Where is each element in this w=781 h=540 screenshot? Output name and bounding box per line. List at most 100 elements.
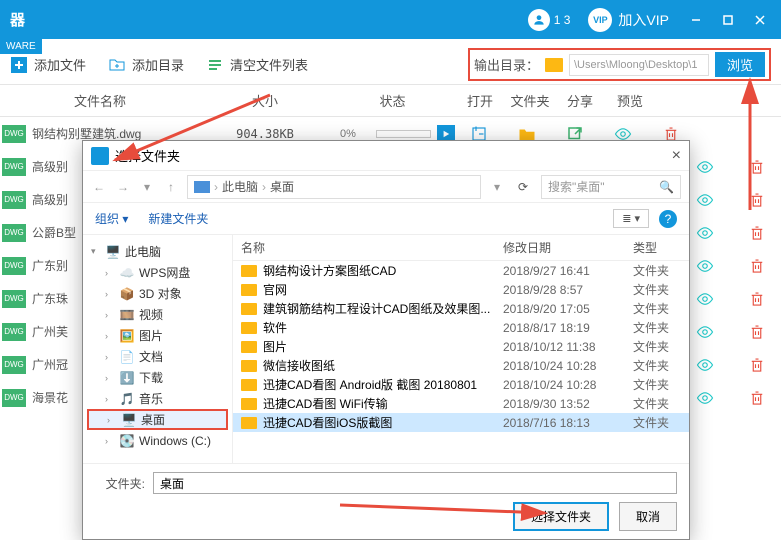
tree-item-desktop[interactable]: ›🖥️桌面 [87, 409, 228, 430]
vip-link[interactable]: 加入VIP [618, 10, 669, 30]
dialog-title: 选择文件夹 [115, 146, 180, 165]
cancel-button[interactable]: 取消 [619, 502, 677, 531]
doc-icon: 📄 [119, 350, 135, 364]
caret-icon: › [107, 415, 117, 425]
chevron-right-icon: › [262, 180, 266, 194]
delete-button[interactable] [733, 356, 781, 374]
tree-label: Windows (C:) [139, 434, 211, 448]
file-name: 公爵B型 [32, 224, 76, 241]
help-icon[interactable]: ? [659, 210, 677, 228]
dialog-close-icon[interactable]: × [672, 147, 681, 165]
list-item[interactable]: 软件2018/8/17 18:19文件夹 [233, 318, 689, 337]
select-folder-button[interactable]: 选择文件夹 [513, 502, 609, 531]
tree-item-video[interactable]: ›🎞️视频 [87, 304, 228, 325]
table-header: 文件名称 大小 状态 打开 文件夹 分享 预览 [0, 85, 781, 117]
search-placeholder: 搜索"桌面" [548, 178, 605, 195]
item-name: 建筑钢筋结构工程设计CAD图纸及效果图... [263, 300, 503, 317]
list-item[interactable]: 建筑钢筋结构工程设计CAD图纸及效果图...2018/9/20 17:05文件夹 [233, 299, 689, 318]
folder-icon [241, 322, 257, 334]
delete-button[interactable] [733, 191, 781, 209]
delete-button[interactable] [733, 257, 781, 275]
folder-plus-icon [108, 56, 126, 74]
pc-icon: 🖥️ [105, 245, 121, 259]
list-item[interactable]: 迅捷CAD看图 Android版 截图 201808012018/10/24 1… [233, 375, 689, 394]
tree-label: 下载 [139, 369, 163, 386]
minimize-button[interactable] [681, 6, 711, 34]
refresh-icon[interactable]: ⟳ [513, 180, 533, 194]
tree-item-download[interactable]: ›⬇️下载 [87, 367, 228, 388]
item-type: 文件夹 [633, 281, 689, 298]
tree-item-doc[interactable]: ›📄文档 [87, 346, 228, 367]
organize-button[interactable]: 组织 ▾ [95, 210, 128, 227]
list-item[interactable]: 迅捷CAD看图 WiFi传输2018/9/30 13:52文件夹 [233, 394, 689, 413]
delete-button[interactable] [733, 158, 781, 176]
vip-badge[interactable]: VIP [588, 8, 612, 32]
item-name: 图片 [263, 338, 503, 355]
caret-icon: › [105, 331, 115, 341]
tree-item-music[interactable]: ›🎵音乐 [87, 388, 228, 409]
item-name: 钢结构设计方案图纸CAD [263, 262, 503, 279]
tree-item-disk[interactable]: ›💽Windows (C:) [87, 430, 228, 451]
delete-button[interactable] [733, 224, 781, 242]
folder-icon [241, 360, 257, 372]
nav-back-icon[interactable]: ← [91, 179, 107, 195]
tree-label: 视频 [139, 306, 163, 323]
tree-item-3d[interactable]: ›📦3D 对象 [87, 283, 228, 304]
dwg-badge: DWG [2, 257, 26, 275]
titlebar: 器 1 3 VIP 加入VIP [0, 0, 781, 39]
breadcrumb-desktop[interactable]: 桌面 [270, 178, 294, 195]
image-icon: 🖼️ [119, 329, 135, 343]
delete-button[interactable] [733, 323, 781, 341]
nav-dropdown-icon[interactable]: ▾ [139, 179, 155, 195]
list-item[interactable]: 图片2018/10/12 11:38文件夹 [233, 337, 689, 356]
new-folder-button[interactable]: 新建文件夹 [148, 210, 208, 227]
search-icon: 🔍 [659, 180, 674, 194]
tree-item-pc[interactable]: ▾🖥️此电脑 [87, 241, 228, 262]
breadcrumb-pc[interactable]: 此电脑 [222, 178, 258, 195]
add-dir-button[interactable]: 添加目录 [108, 55, 184, 74]
clear-icon [206, 56, 224, 74]
folder-icon [545, 58, 563, 72]
dwg-badge: DWG [2, 224, 26, 242]
delete-button[interactable] [733, 290, 781, 308]
list-item[interactable]: 迅捷CAD看图iOS版截图2018/7/16 18:13文件夹 [233, 413, 689, 432]
list-item[interactable]: 钢结构设计方案图纸CAD2018/9/27 16:41文件夹 [233, 261, 689, 280]
browse-button[interactable]: 浏览 [715, 52, 765, 77]
file-name: 广州芙 [32, 323, 68, 340]
breadcrumb-dropdown-icon[interactable]: ▾ [489, 179, 505, 195]
list-col-type[interactable]: 类型 [633, 239, 689, 256]
tree-item-wps[interactable]: ›☁️WPS网盘 [87, 262, 228, 283]
item-date: 2018/9/30 13:52 [503, 397, 633, 411]
nav-up-icon[interactable]: ↑ [163, 179, 179, 195]
tree-item-image[interactable]: › 🖼️ 图片 [87, 325, 228, 346]
breadcrumb[interactable]: › 此电脑 › 桌面 [187, 175, 481, 199]
dialog-toolbar: 组织 ▾ 新建文件夹 ≣ ▾ ? [83, 203, 689, 235]
output-path[interactable]: \Users\Mloong\Desktop\1 [569, 54, 709, 76]
close-button[interactable] [745, 6, 775, 34]
list-col-name[interactable]: 名称 [233, 239, 503, 256]
tree-label: 图片 [139, 327, 163, 344]
folder-input[interactable] [153, 472, 677, 494]
dialog-app-icon [91, 147, 109, 165]
add-file-button[interactable]: 添加文件 [10, 55, 86, 74]
add-dir-label: 添加目录 [132, 55, 184, 74]
folder-icon [241, 303, 257, 315]
titlebar-right: 1 3 VIP 加入VIP [522, 6, 775, 34]
view-mode-button[interactable]: ≣ ▾ [613, 209, 649, 228]
dialog-nav: ← → ▾ ↑ › 此电脑 › 桌面 ▾ ⟳ 搜索"桌面" 🔍 [83, 171, 689, 203]
clear-list-button[interactable]: 清空文件列表 [206, 55, 308, 74]
list-item[interactable]: 微信接收图纸2018/10/24 10:28文件夹 [233, 356, 689, 375]
avatar-icon [528, 9, 550, 31]
maximize-button[interactable] [713, 6, 743, 34]
user-area[interactable]: 1 3 [522, 7, 581, 33]
list-col-date[interactable]: 修改日期 [503, 239, 633, 256]
item-name: 迅捷CAD看图 Android版 截图 20180801 [263, 376, 503, 393]
list-item[interactable]: 官网2018/9/28 8:57文件夹 [233, 280, 689, 299]
list-header: 名称 修改日期 类型 [233, 235, 689, 261]
folder-icon [241, 265, 257, 277]
item-type: 文件夹 [633, 319, 689, 336]
tree-label: 3D 对象 [139, 285, 182, 302]
nav-forward-icon[interactable]: → [115, 179, 131, 195]
delete-button[interactable] [733, 389, 781, 407]
search-input[interactable]: 搜索"桌面" 🔍 [541, 175, 681, 199]
